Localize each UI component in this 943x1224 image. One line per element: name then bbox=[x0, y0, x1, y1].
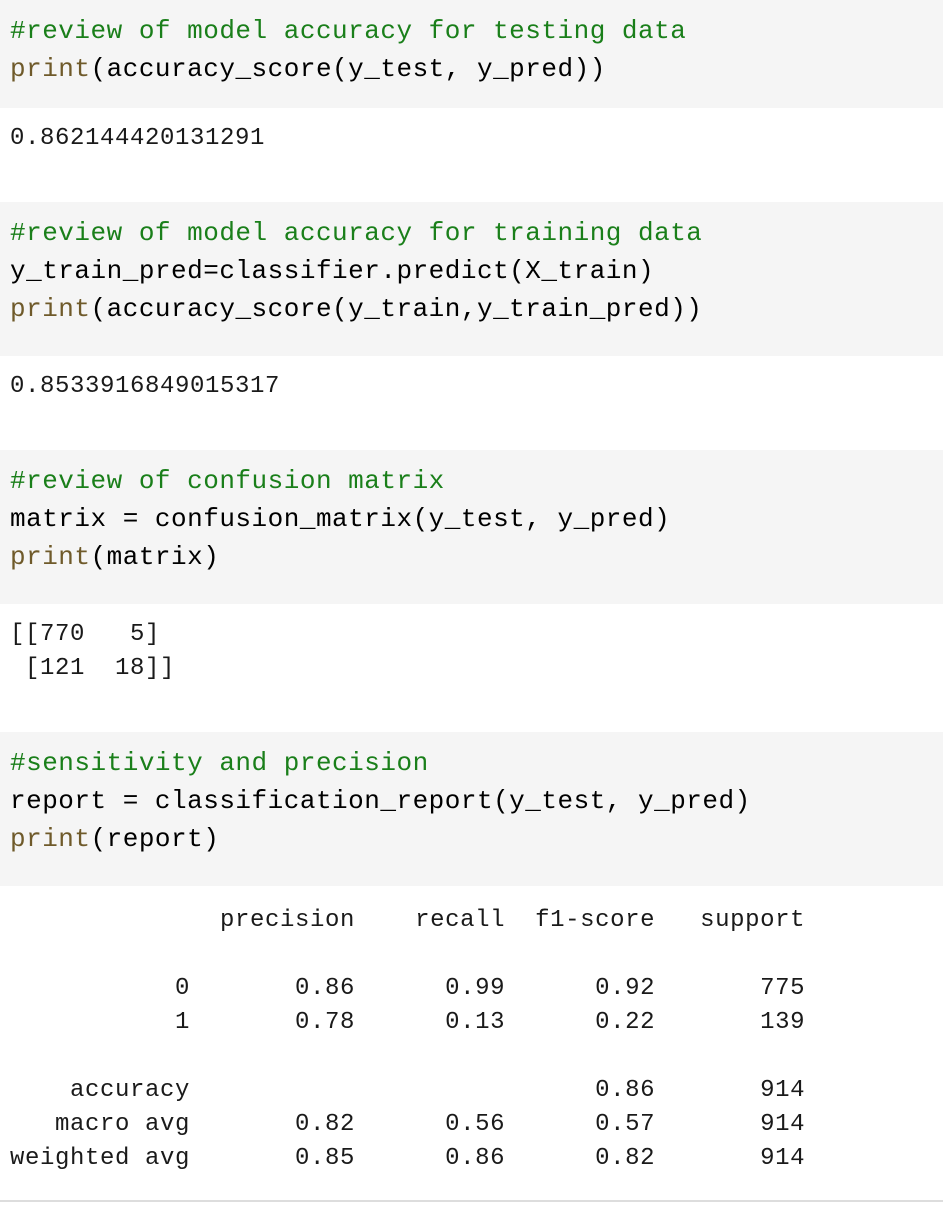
code-cell-3[interactable]: #review of confusion matrix matrix = con… bbox=[0, 450, 943, 604]
code-text: (accuracy_score(y_train,y_train_pred)) bbox=[90, 294, 703, 324]
code-line: y_train_pred=classifier.predict(X_train) bbox=[10, 252, 943, 290]
code-text: (matrix) bbox=[90, 542, 220, 572]
code-line: print(accuracy_score(y_test, y_pred)) bbox=[10, 50, 943, 88]
code-text: (report) bbox=[90, 824, 220, 854]
output-cell-2: 0.8533916849015317 bbox=[0, 356, 943, 450]
print-keyword: print bbox=[10, 54, 91, 84]
output-cell-1: 0.862144420131291 bbox=[0, 108, 943, 202]
print-keyword: print bbox=[10, 542, 91, 572]
output-cell-4-classification-report: precision recall f1-score support 0 0.86… bbox=[0, 886, 943, 1200]
code-cell-4[interactable]: #sensitivity and precision report = clas… bbox=[0, 732, 943, 886]
code-comment: #review of model accuracy for training d… bbox=[10, 218, 703, 248]
code-line: print(matrix) bbox=[10, 538, 943, 576]
output-cell-3: [[770 5] [121 18]] bbox=[0, 604, 943, 732]
code-text: y_train_pred=classifier.predict(X_train) bbox=[10, 256, 655, 286]
code-cell-2[interactable]: #review of model accuracy for training d… bbox=[0, 202, 943, 356]
divider bbox=[0, 1200, 943, 1202]
code-comment: #review of model accuracy for testing da… bbox=[10, 16, 687, 46]
code-line: print(report) bbox=[10, 820, 943, 858]
code-comment: #sensitivity and precision bbox=[10, 748, 429, 778]
code-text: report = classification_report(y_test, y… bbox=[10, 786, 751, 816]
code-text: matrix = confusion_matrix(y_test, y_pred… bbox=[10, 504, 671, 534]
code-comment: #review of confusion matrix bbox=[10, 466, 445, 496]
code-cell-1[interactable]: #review of model accuracy for testing da… bbox=[0, 0, 943, 108]
print-keyword: print bbox=[10, 294, 91, 324]
print-keyword: print bbox=[10, 824, 91, 854]
code-line: print(accuracy_score(y_train,y_train_pre… bbox=[10, 290, 943, 328]
code-line: matrix = confusion_matrix(y_test, y_pred… bbox=[10, 500, 943, 538]
code-text: (accuracy_score(y_test, y_pred)) bbox=[90, 54, 606, 84]
code-line: report = classification_report(y_test, y… bbox=[10, 782, 943, 820]
